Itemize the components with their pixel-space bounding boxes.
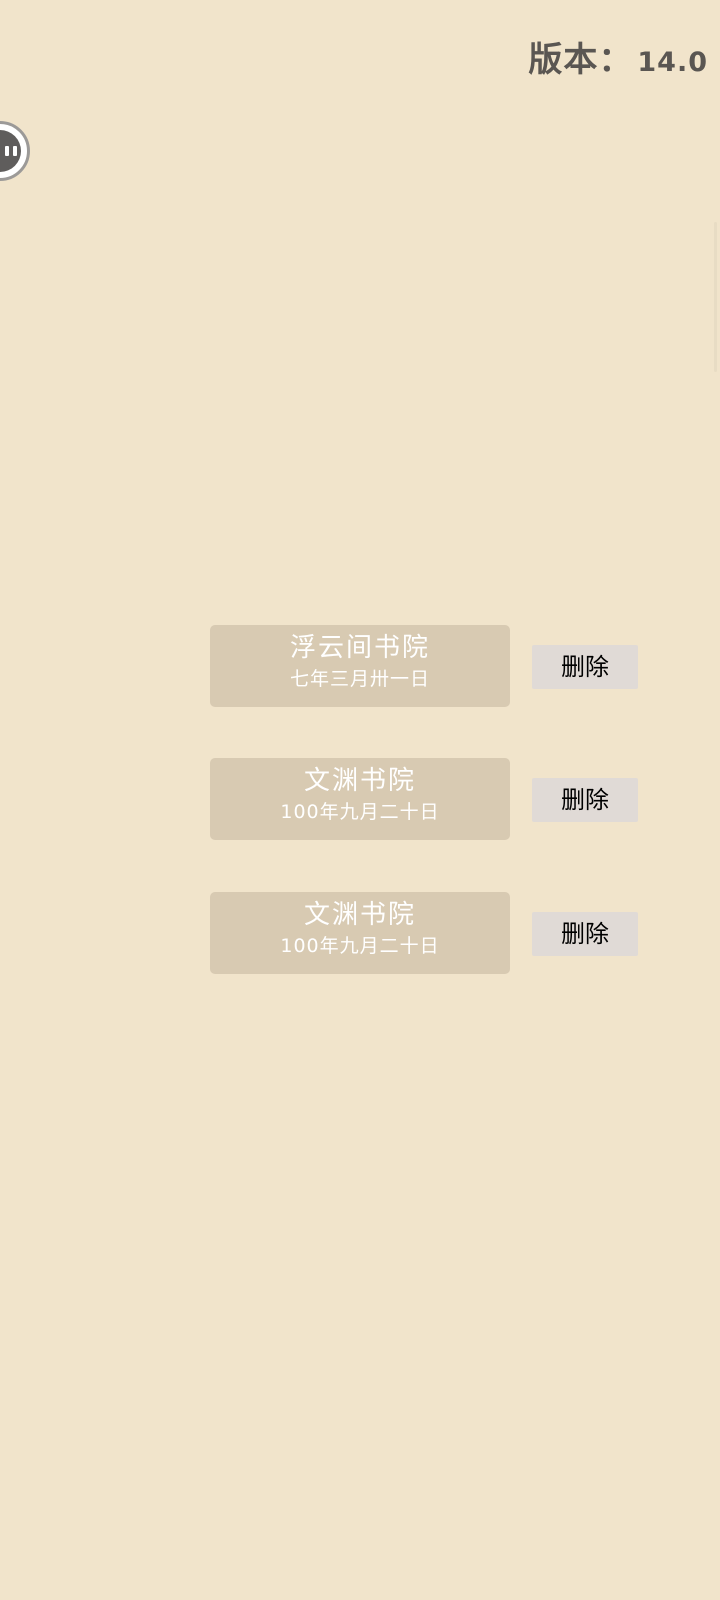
save-slot-name: 浮云间书院	[289, 633, 430, 663]
save-slot-row: 文渊书院 100年九月二十日 删除	[210, 758, 640, 840]
save-slot-name: 文渊书院	[303, 900, 416, 930]
save-slot-date: 100年九月二十日	[280, 801, 440, 823]
save-slot-date: 100年九月二十日	[280, 935, 440, 957]
save-slot-date: 七年三月卅一日	[289, 668, 430, 690]
save-slot-name: 文渊书院	[303, 766, 416, 796]
save-slot-card[interactable]: 文渊书院 100年九月二十日	[210, 758, 510, 840]
version-value: 14.0	[637, 47, 708, 78]
assistant-eye-left	[5, 146, 9, 156]
save-slot-row: 文渊书院 100年九月二十日 删除	[210, 892, 640, 974]
version-label: 版本：	[528, 40, 634, 80]
delete-save-button[interactable]: 删除	[532, 778, 638, 822]
save-slot-row: 浮云间书院 七年三月卅一日 删除	[210, 625, 640, 707]
delete-save-button[interactable]: 删除	[532, 645, 638, 689]
save-slot-card[interactable]: 浮云间书院 七年三月卅一日	[210, 625, 510, 707]
assistant-eye-right	[13, 146, 17, 156]
scrollbar[interactable]	[708, 0, 720, 1600]
version-display: 版本： 14.0	[528, 32, 708, 81]
floating-assistant-button[interactable]	[0, 121, 30, 181]
assistant-ball-icon	[0, 130, 21, 172]
delete-save-button[interactable]: 删除	[532, 912, 638, 956]
save-slot-card[interactable]: 文渊书院 100年九月二十日	[210, 892, 510, 974]
scrollbar-thumb[interactable]	[714, 222, 717, 372]
